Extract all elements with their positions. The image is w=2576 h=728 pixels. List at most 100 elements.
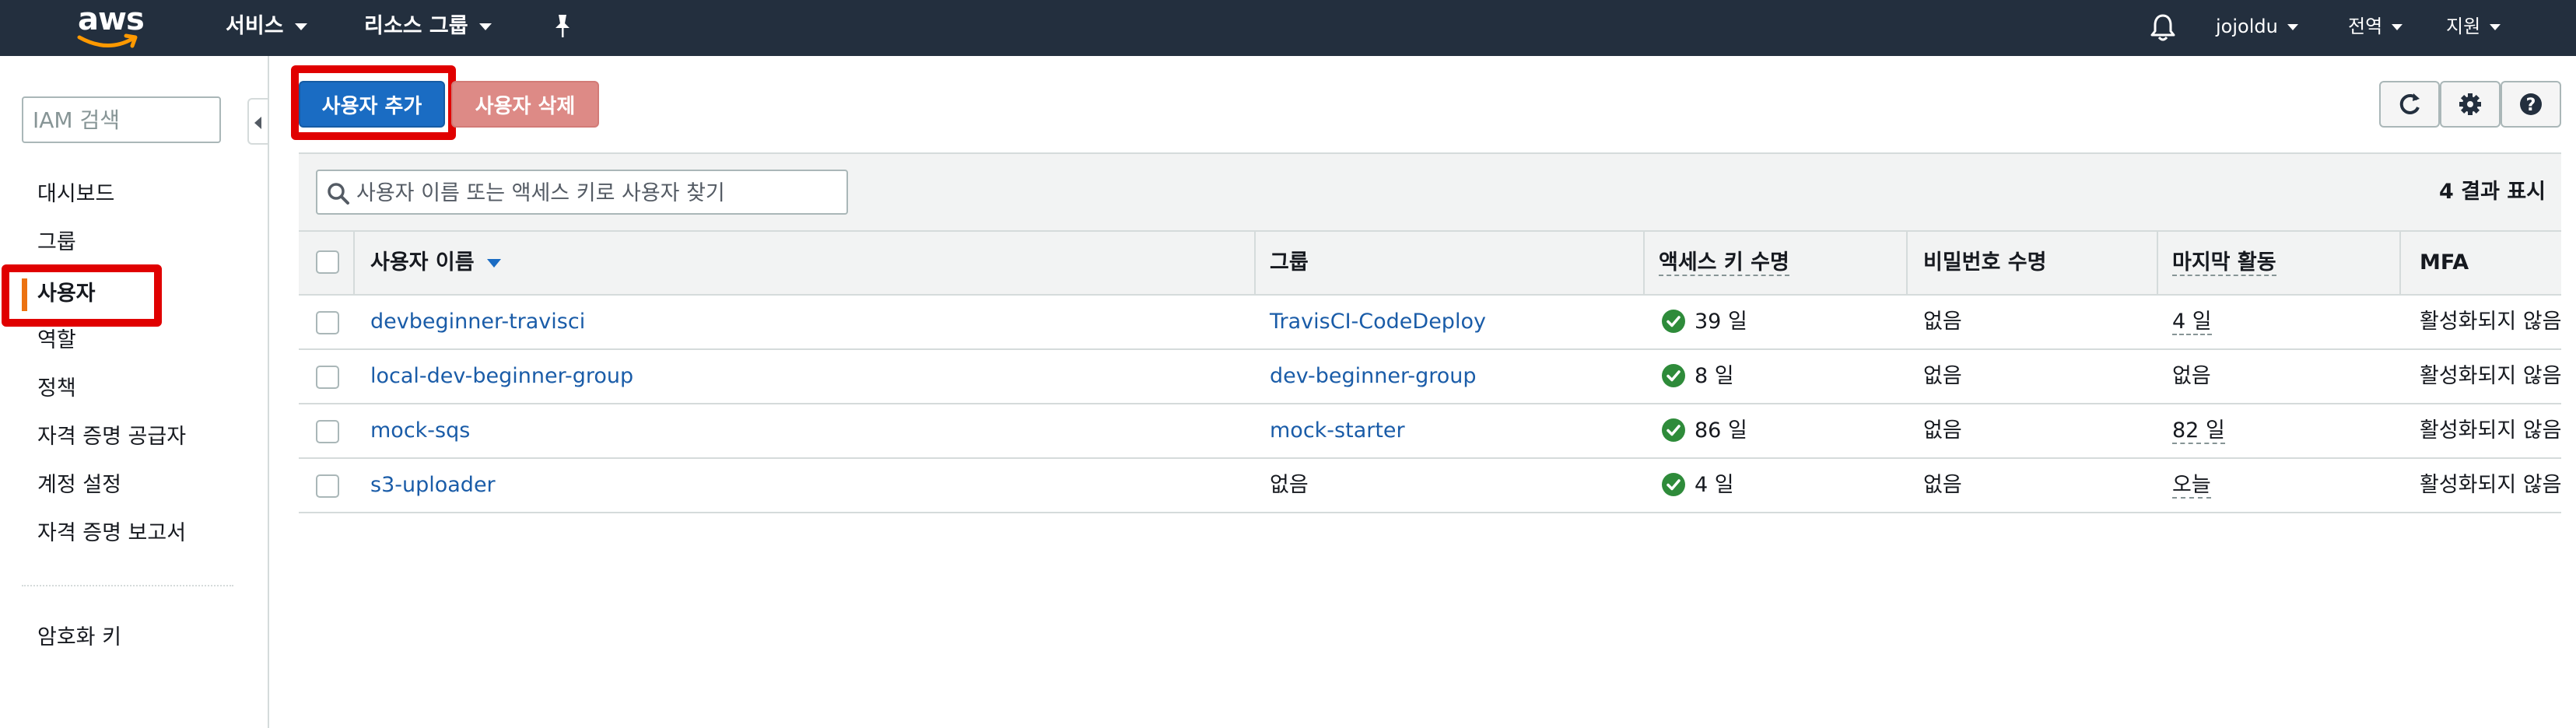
refresh-button[interactable] [2379,81,2440,128]
column-divider [1254,232,1256,294]
mfa-cell: 활성화되지 않음 [2420,364,2562,388]
settings-button[interactable] [2440,81,2501,128]
sidebar-collapse-toggle[interactable] [247,98,268,145]
sidebar-item-roles[interactable]: 역할 [37,325,76,356]
group-cell: 없음 [1270,473,1309,497]
check-circle-icon [1662,418,1685,442]
account-name: jojoldu [2216,16,2278,37]
sidebar-item-credential-report[interactable]: 자격 증명 보고서 [37,518,186,549]
last-activity-cell: 82 일 [2172,415,2225,446]
support-menu[interactable]: 지원 [2446,11,2501,42]
resource-groups-menu[interactable]: 리소스 그룹 [364,11,492,42]
table-header-row: 사용자 이름 그룹 액세스 키 수명 비밀번호 수명 마지막 활동 MFA [299,230,2561,296]
column-header-password-age[interactable]: 비밀번호 수명 [1923,247,2046,278]
group-link[interactable]: dev-beginner-group [1270,361,1477,392]
check-circle-icon [1662,363,1685,387]
last-activity-value: 4 일 [2172,310,2212,335]
sidebar-item-policies[interactable]: 정책 [37,373,76,404]
sidebar-item-groups[interactable]: 그룹 [37,227,76,258]
chevron-down-icon [2490,24,2501,30]
aws-logo[interactable]: aws [72,0,149,56]
services-label: 서비스 [226,14,284,38]
last-activity-value: 82 일 [2172,418,2225,444]
chevron-down-icon [478,23,492,30]
column-divider [1906,232,1908,294]
user-name-link[interactable]: devbeginner-travisci [370,306,585,338]
table-row: mock-sqs mock-starter 86 일 없음 82 일 활성화되지… [299,404,2561,459]
search-icon [328,183,349,205]
column-header-mfa[interactable]: MFA [2420,247,2469,278]
add-user-button[interactable]: 사용자 추가 [299,81,445,128]
user-search-box[interactable] [316,170,848,215]
password-age-cell: 없음 [1923,418,1962,443]
user-name-link[interactable]: mock-sqs [370,415,470,446]
sort-descending-icon [486,259,501,268]
column-divider [353,232,355,294]
row-checkbox[interactable] [316,474,339,498]
mfa-cell: 활성화되지 않음 [2420,310,2562,334]
services-menu[interactable]: 서비스 [226,11,307,42]
sidebar-item-encryption-keys[interactable]: 암호화 키 [37,622,121,653]
column-header-user-name[interactable]: 사용자 이름 [370,247,501,278]
access-key-age-cell: 39 일 [1662,306,1747,338]
sidebar-item-identity-providers[interactable]: 자격 증명 공급자 [37,422,186,453]
password-age-cell: 없음 [1923,364,1962,388]
sidebar-divider [22,585,233,586]
column-divider [2399,232,2401,294]
password-age-cell: 없음 [1923,310,1962,334]
sidebar-item-account-settings[interactable]: 계정 설정 [37,470,121,501]
iam-search-input[interactable] [22,96,221,143]
access-key-age-value: 4 일 [1695,473,1734,497]
row-checkbox[interactable] [316,311,339,334]
user-name-header-label: 사용자 이름 [370,250,475,275]
group-link[interactable]: mock-starter [1270,415,1405,446]
gear-icon [2441,82,2499,126]
select-all-checkbox[interactable] [316,250,339,274]
access-key-age-value: 39 일 [1695,310,1747,334]
user-search-input[interactable] [355,176,840,210]
pin-icon[interactable] [551,12,574,44]
result-count: 4 결과 표시 [2439,180,2546,204]
bell-icon[interactable] [2149,12,2177,44]
check-circle-icon [1662,472,1685,496]
user-name-link[interactable]: s3-uploader [370,470,496,501]
chevron-down-icon [2287,24,2298,30]
row-checkbox[interactable] [316,420,339,443]
table-row: devbeginner-travisci TravisCI-CodeDeploy… [299,296,2561,350]
last-activity-cell: 없음 [2172,364,2211,388]
mfa-cell: 활성화되지 않음 [2420,418,2562,443]
sidebar-item-users[interactable]: 사용자 [37,278,96,310]
delete-user-button[interactable]: 사용자 삭제 [451,81,599,128]
account-menu[interactable]: jojoldu [2216,11,2298,42]
access-key-age-cell: 4 일 [1662,470,1734,501]
user-name-link[interactable]: local-dev-beginner-group [370,361,633,392]
last-activity-cell: 오늘 [2172,470,2211,501]
mfa-cell: 활성화되지 않음 [2420,473,2562,497]
column-header-last-activity[interactable]: 마지막 활동 [2172,247,2276,278]
chevron-down-icon [2392,24,2403,30]
column-header-groups[interactable]: 그룹 [1270,247,1309,278]
help-button[interactable]: ? [2501,81,2561,128]
column-divider [2157,232,2158,294]
password-age-cell: 없음 [1923,473,1962,497]
table-row: local-dev-beginner-group dev-beginner-gr… [299,350,2561,404]
column-header-access-key-age[interactable]: 액세스 키 수명 [1659,247,1789,278]
last-activity-header-label: 마지막 활동 [2172,250,2276,276]
last-activity-cell: 4 일 [2172,306,2212,338]
refresh-icon [2381,82,2438,126]
access-key-age-value: 8 일 [1695,364,1734,388]
table-row: s3-uploader 없음 4 일 없음 오늘 활성화되지 않음 [299,459,2561,513]
resource-groups-label: 리소스 그룹 [364,14,468,38]
smile-arrow-icon [77,33,138,48]
users-table-panel: 4 결과 표시 사용자 이름 그룹 액세스 키 수명 비밀번호 수명 마지막 활… [299,152,2561,515]
access-key-age-header-label: 액세스 키 수명 [1659,250,1789,276]
top-navigation-bar: aws 서비스 리소스 그룹 jojoldu 전역 지원 [0,0,2576,56]
region-menu[interactable]: 전역 [2348,11,2403,42]
row-checkbox[interactable] [316,366,339,389]
access-key-age-cell: 8 일 [1662,361,1734,392]
active-indicator [22,278,27,311]
group-link[interactable]: TravisCI-CodeDeploy [1270,306,1486,338]
sidebar-item-dashboard[interactable]: 대시보드 [37,179,114,210]
last-activity-value: 오늘 [2172,473,2211,499]
access-key-age-value: 86 일 [1695,418,1747,443]
